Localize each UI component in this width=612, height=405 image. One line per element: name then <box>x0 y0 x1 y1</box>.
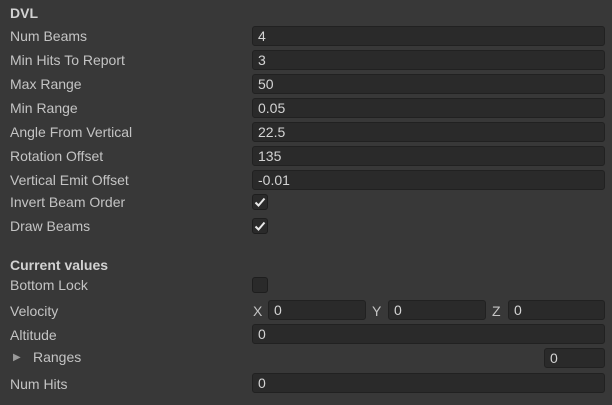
velocity-z-label: Z <box>492 303 501 319</box>
rotation-offset-label: Rotation Offset <box>10 148 104 164</box>
velocity-x-field[interactable]: 0 <box>268 300 366 320</box>
min-range-label: Min Range <box>10 100 78 116</box>
bottom-lock-label: Bottom Lock <box>10 277 88 293</box>
section-header-current-values: Current values <box>10 257 109 273</box>
velocity-y-field[interactable]: 0 <box>388 300 486 320</box>
num-beams-label: Num Beams <box>10 28 88 44</box>
section-header-dvl: DVL <box>10 5 38 21</box>
vertical-emit-offset-field[interactable]: -0.01 <box>252 170 605 190</box>
invert-beam-order-checkbox[interactable] <box>252 194 268 210</box>
velocity-label: Velocity <box>10 303 59 319</box>
draw-beams-label: Draw Beams <box>10 218 91 234</box>
inspector-panel: DVL Num Beams 4 Min Hits To Report 3 Max… <box>0 0 612 405</box>
min-hits-field[interactable]: 3 <box>252 50 605 70</box>
invert-beam-order-label: Invert Beam Order <box>10 194 126 210</box>
num-hits-field[interactable]: 0 <box>252 373 605 393</box>
ranges-foldout-label[interactable]: Ranges <box>33 347 81 367</box>
triangle-right-icon[interactable]: ▶ <box>13 352 23 364</box>
max-range-field[interactable]: 50 <box>252 74 605 94</box>
num-beams-field[interactable]: 4 <box>252 26 605 46</box>
altitude-field[interactable]: 0 <box>252 324 605 344</box>
num-hits-label: Num Hits <box>10 376 68 392</box>
vertical-emit-offset-label: Vertical Emit Offset <box>10 172 129 188</box>
velocity-x-label: X <box>253 303 263 319</box>
min-hits-label: Min Hits To Report <box>10 52 125 68</box>
checkmark-icon <box>254 221 266 231</box>
max-range-label: Max Range <box>10 76 82 92</box>
altitude-label: Altitude <box>10 327 57 343</box>
checkmark-icon <box>254 197 266 207</box>
angle-from-vertical-field[interactable]: 22.5 <box>252 122 605 142</box>
min-range-field[interactable]: 0.05 <box>252 98 605 118</box>
velocity-z-field[interactable]: 0 <box>508 300 605 320</box>
bottom-lock-checkbox[interactable] <box>252 277 268 293</box>
velocity-y-label: Y <box>372 303 382 319</box>
angle-from-vertical-label: Angle From Vertical <box>10 124 133 140</box>
ranges-size-field[interactable]: 0 <box>544 348 605 368</box>
rotation-offset-field[interactable]: 135 <box>252 146 605 166</box>
draw-beams-checkbox[interactable] <box>252 218 268 234</box>
